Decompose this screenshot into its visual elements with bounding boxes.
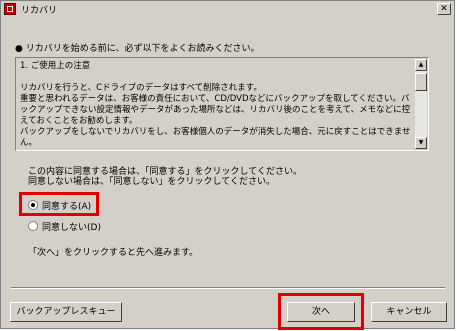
disagree-radio-option[interactable]: 同意しない(D) — [28, 220, 101, 233]
next-button[interactable]: 次へ — [287, 302, 355, 322]
scroll-up-button[interactable]: ▲ — [415, 59, 427, 71]
agree-highlight — [19, 192, 99, 216]
agreement-instructions: この内容に同意する場合は、「同意する」をクリックしてください。 同意しない場合は… — [28, 167, 302, 187]
recovery-dialog: リカバリ ✕ ● リカバリを始める前に、必ず以下をよくお読みください。 1. ご… — [0, 0, 455, 330]
window-title: リカバリ — [21, 6, 58, 16]
next-note: 「次へ」をクリックすると先へ進みます。 — [28, 248, 199, 258]
disagree-radio[interactable] — [28, 221, 38, 231]
terms-content: 1. ご使用上の注意 リカバリを行うと、Cドライブのデータはすべて削除されます。… — [20, 61, 411, 148]
app-icon — [4, 3, 16, 15]
scroll-down-button[interactable]: ▼ — [415, 137, 427, 149]
close-button[interactable]: ✕ — [437, 3, 451, 15]
cancel-button[interactable]: キャンセル — [371, 302, 447, 322]
terms-textbox[interactable]: 1. ご使用上の注意 リカバリを行うと、Cドライブのデータはすべて削除されます。… — [15, 57, 429, 151]
vertical-scrollbar[interactable]: ▲ ▼ — [415, 59, 427, 149]
title-bar: リカバリ ✕ — [1, 1, 454, 18]
backup-rescue-button[interactable]: バックアップレスキュー — [10, 302, 122, 322]
divider — [11, 287, 445, 289]
scroll-thumb[interactable] — [415, 73, 427, 91]
notice-text: ● リカバリを始める前に、必ず以下をよくお読みください。 — [15, 44, 260, 54]
disagree-label: 同意しない(D) — [42, 222, 101, 233]
